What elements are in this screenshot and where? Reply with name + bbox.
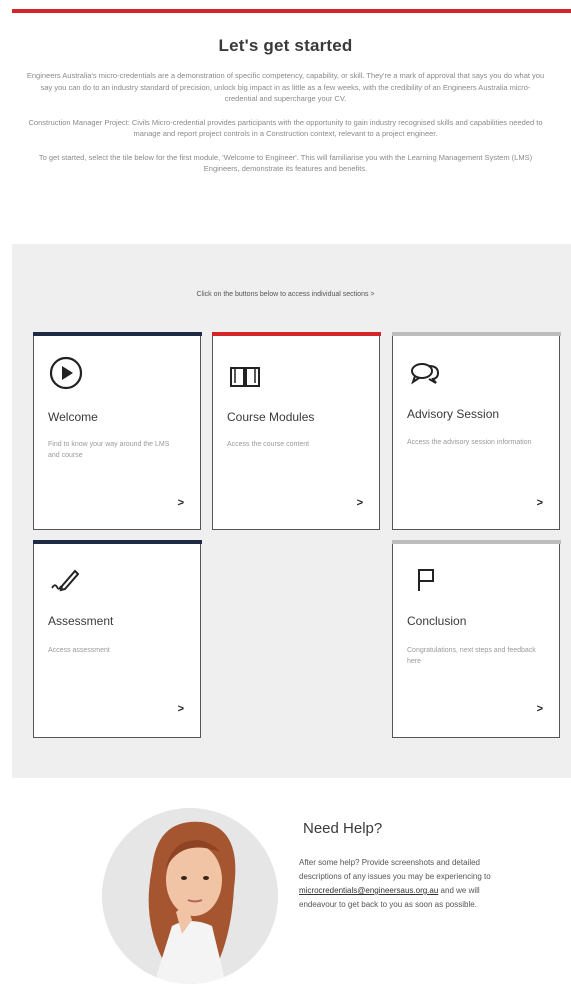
card-title: Course Modules bbox=[227, 410, 315, 424]
play-circle-icon bbox=[49, 356, 83, 390]
card-description: Access assessment bbox=[48, 647, 110, 654]
welcome-card[interactable]: Welcome Find to know your way around the… bbox=[32, 331, 202, 530]
support-person-photo bbox=[102, 808, 278, 984]
help-text: After some help? Provide screenshots and… bbox=[299, 856, 499, 912]
chevron-right-icon[interactable]: > bbox=[178, 497, 184, 509]
card-description: Congratulations, next steps and feedback… bbox=[407, 647, 536, 665]
chat-bubbles-icon bbox=[411, 363, 440, 385]
help-title: Need Help? bbox=[303, 820, 383, 837]
card-accent bbox=[32, 331, 202, 336]
chevron-right-icon[interactable]: > bbox=[178, 703, 184, 715]
card-description: Access the advisory session information bbox=[407, 439, 532, 446]
card-description: Find to know your way around the LMS and… bbox=[48, 441, 170, 459]
support-email-link[interactable]: microcredentials@engineersaus.org.au bbox=[299, 886, 438, 895]
card-title: Assessment bbox=[48, 614, 114, 628]
top-accent-bar bbox=[12, 9, 571, 13]
sections-instruction: Click on the buttons below to access ind… bbox=[196, 291, 375, 298]
course-modules-card[interactable]: Course Modules Access the course content… bbox=[211, 331, 381, 530]
card-accent bbox=[211, 331, 381, 336]
advisory-session-card[interactable]: Advisory Session Access the advisory ses… bbox=[391, 331, 561, 530]
chevron-right-icon[interactable]: > bbox=[357, 497, 363, 509]
chevron-right-icon[interactable]: > bbox=[537, 703, 543, 715]
chevron-right-icon[interactable]: > bbox=[537, 497, 543, 509]
help-text-before: After some help? Provide screenshots and… bbox=[299, 858, 491, 881]
card-accent bbox=[391, 539, 561, 544]
conclusion-card[interactable]: Conclusion Congratulations, next steps a… bbox=[391, 539, 561, 738]
pencil-icon bbox=[51, 569, 80, 592]
person-illustration-icon bbox=[102, 808, 278, 984]
intro-paragraph-2: Construction Manager Project: Civils Mic… bbox=[28, 117, 543, 139]
card-title: Welcome bbox=[48, 410, 98, 424]
intro-paragraph-3: To get started, select the tile below fo… bbox=[38, 152, 533, 174]
card-title: Advisory Session bbox=[407, 407, 500, 421]
assessment-card[interactable]: Assessment Access assessment > bbox=[32, 539, 202, 738]
page-title: Let's get started bbox=[218, 36, 353, 55]
book-icon bbox=[230, 367, 260, 387]
flag-icon bbox=[418, 569, 434, 591]
card-accent bbox=[32, 539, 202, 544]
intro-paragraph-1: Engineers Australia's micro-credentials … bbox=[26, 71, 545, 103]
intro-section: Let's get started Engineers Australia's … bbox=[0, 36, 571, 187]
card-description: Access the course content bbox=[227, 441, 310, 448]
card-title: Conclusion bbox=[407, 614, 467, 628]
card-accent bbox=[391, 331, 561, 336]
